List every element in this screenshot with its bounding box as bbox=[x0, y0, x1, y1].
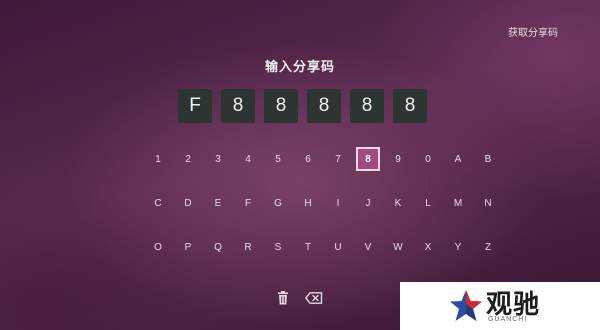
backspace-icon bbox=[305, 292, 323, 304]
star-logo-icon bbox=[450, 290, 482, 321]
key[interactable]: X bbox=[416, 235, 440, 259]
key[interactable]: I bbox=[326, 191, 350, 215]
code-digit-4: 8 bbox=[307, 89, 341, 123]
key[interactable]: 6 bbox=[296, 147, 320, 171]
get-share-code-link[interactable]: 获取分享码 bbox=[508, 24, 558, 39]
key[interactable]: 1 bbox=[146, 147, 170, 171]
key[interactable]: N bbox=[476, 191, 500, 215]
key[interactable]: Y bbox=[446, 235, 470, 259]
key[interactable]: K bbox=[386, 191, 410, 215]
key[interactable]: Z bbox=[476, 235, 500, 259]
key[interactable]: D bbox=[176, 191, 200, 215]
keyboard-row-2: C D E F G H I J K L M N bbox=[146, 191, 491, 215]
key[interactable]: F bbox=[236, 191, 260, 215]
key[interactable]: W bbox=[386, 235, 410, 259]
key[interactable]: Q bbox=[206, 235, 230, 259]
key[interactable]: H bbox=[296, 191, 320, 215]
key[interactable]: T bbox=[296, 235, 320, 259]
code-digit-1: F bbox=[178, 89, 212, 123]
key[interactable]: M bbox=[446, 191, 470, 215]
key-selected[interactable]: 8 bbox=[356, 147, 380, 171]
trash-icon bbox=[278, 291, 288, 305]
key[interactable]: S bbox=[266, 235, 290, 259]
key[interactable]: O bbox=[146, 235, 170, 259]
keyboard-actions bbox=[272, 286, 332, 310]
key[interactable]: B bbox=[476, 147, 500, 171]
on-screen-keyboard: 1 2 3 4 5 6 7 8 9 0 A B C D E F G H I J … bbox=[146, 147, 492, 279]
backspace-button[interactable] bbox=[302, 286, 326, 310]
keyboard-row-1: 1 2 3 4 5 6 7 8 9 0 A B bbox=[146, 147, 491, 171]
key[interactable]: L bbox=[416, 191, 440, 215]
page-title: 输入分享码 bbox=[264, 60, 335, 75]
clear-button[interactable] bbox=[272, 286, 294, 310]
code-digit-5: 8 bbox=[350, 89, 384, 123]
key[interactable]: U bbox=[326, 235, 350, 259]
key[interactable]: G bbox=[266, 191, 290, 215]
watermark-subtext: GUANCHI bbox=[488, 316, 528, 323]
key[interactable]: R bbox=[236, 235, 260, 259]
code-digit-2: 8 bbox=[221, 89, 255, 123]
key[interactable]: P bbox=[176, 235, 200, 259]
key[interactable]: 5 bbox=[266, 147, 290, 171]
key[interactable]: 0 bbox=[416, 147, 440, 171]
key[interactable]: 9 bbox=[386, 147, 410, 171]
code-digit-6: 8 bbox=[393, 89, 427, 123]
key[interactable]: C bbox=[146, 191, 170, 215]
key[interactable]: 2 bbox=[176, 147, 200, 171]
keyboard-row-3: O P Q R S T U V W X Y Z bbox=[146, 235, 491, 259]
key[interactable]: A bbox=[446, 147, 470, 171]
key[interactable]: J bbox=[356, 191, 380, 215]
key[interactable]: 7 bbox=[326, 147, 350, 171]
share-code-display: F 8 8 8 8 8 bbox=[178, 89, 427, 123]
key[interactable]: V bbox=[356, 235, 380, 259]
watermark-logo: 观驰 GUANCHI bbox=[400, 282, 600, 330]
code-digit-3: 8 bbox=[264, 89, 298, 123]
key[interactable]: 3 bbox=[206, 147, 230, 171]
key[interactable]: E bbox=[206, 191, 230, 215]
key[interactable]: 4 bbox=[236, 147, 260, 171]
